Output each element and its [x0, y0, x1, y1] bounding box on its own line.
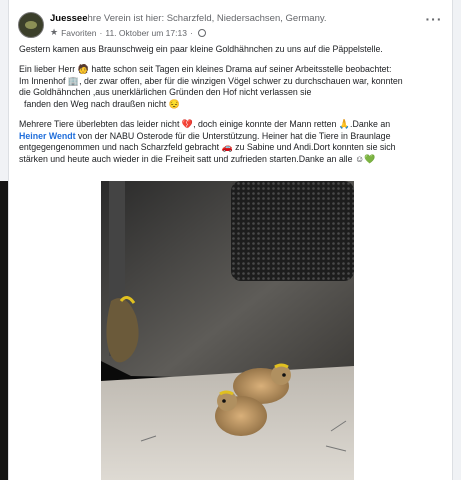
- post-text: Gestern kamen aus Braunschweig ein paar …: [19, 44, 447, 174]
- star-icon: ★: [50, 27, 59, 37]
- p2-e: die Goldhähnchen ,aus unerklärlichen Grü…: [19, 87, 312, 98]
- more-options-button[interactable]: ···: [422, 12, 446, 32]
- sad-emoji: 😔: [168, 98, 180, 109]
- page-name[interactable]: Juesseehre Verein ist hier: Scharzfeld, …: [50, 13, 327, 24]
- bird-center-head: [271, 365, 291, 385]
- p3-f: zu Sabine und Andi.Dort konnten sie sich: [235, 142, 396, 153]
- broken-heart-emoji: 💔: [181, 119, 194, 130]
- p2-a: Ein lieber Herr: [19, 64, 76, 75]
- car-emoji: 🚗: [221, 142, 233, 153]
- bird-front-eye: [222, 399, 226, 403]
- cage-mesh: [231, 181, 354, 281]
- post-video[interactable]: [101, 181, 354, 480]
- p2-b: hatte schon seit Tagen ein kleines Drama…: [91, 64, 392, 75]
- post-meta: ★ Favoriten · 11. Oktober um 17:13 ·: [50, 27, 206, 38]
- p3-g: stärken und heute auch wieder in die Fre…: [19, 153, 353, 164]
- p3-e: entgegengenommen und nach Scharzfeld geb…: [19, 142, 220, 153]
- page-name-rest: hre Verein ist hier: Scharzfeld, Nieders…: [87, 13, 327, 24]
- paragraph-2: Ein lieber Herr 🧑 hatte schon seit Tagen…: [19, 64, 447, 110]
- page-name-prefix[interactable]: Juessee: [50, 13, 88, 24]
- green-heart-emoji: 💚: [364, 153, 376, 164]
- p2-c: Im Innenhof: [19, 75, 66, 86]
- bird-center-eye: [282, 373, 286, 377]
- p2-d: , der zwar offen, aber für die winzigen …: [79, 75, 403, 86]
- video-frame: [101, 181, 354, 480]
- globe-icon: [197, 28, 206, 37]
- favorites-label[interactable]: Favoriten: [61, 28, 96, 38]
- heiner-wendt-link[interactable]: Heiner Wendt: [19, 131, 76, 141]
- p2-f: fanden den Weg nach draußen nicht: [24, 98, 167, 109]
- smile-emoji: ☺: [354, 153, 365, 164]
- paragraph-1: Gestern kamen aus Braunschweig ein paar …: [19, 44, 447, 56]
- page-avatar[interactable]: [18, 12, 44, 38]
- paragraph-3: Mehrere Tiere überlebten das leider nich…: [19, 119, 447, 165]
- meta-separator-2: ·: [189, 27, 193, 38]
- p3-a: Mehrere Tiere überlebten das leider nich…: [19, 119, 180, 130]
- p3-b: , doch einige konnte der Mann retten: [193, 119, 337, 130]
- p3-c: .Danke an: [350, 119, 391, 130]
- p3-d: von der NABU Osterode für die Unterstütz…: [78, 130, 391, 141]
- pray-emoji: 🙏: [338, 119, 351, 130]
- p1-text: Gestern kamen aus Braunschweig ein paar …: [19, 44, 383, 54]
- man-emoji: 🧑: [77, 64, 89, 75]
- house-emoji: 🏢: [67, 75, 80, 86]
- post-header: Juesseehre Verein ist hier: Scharzfeld, …: [9, 0, 452, 40]
- post-date[interactable]: 11. Oktober um 17:13: [105, 28, 187, 38]
- meta-separator: ·: [99, 27, 103, 38]
